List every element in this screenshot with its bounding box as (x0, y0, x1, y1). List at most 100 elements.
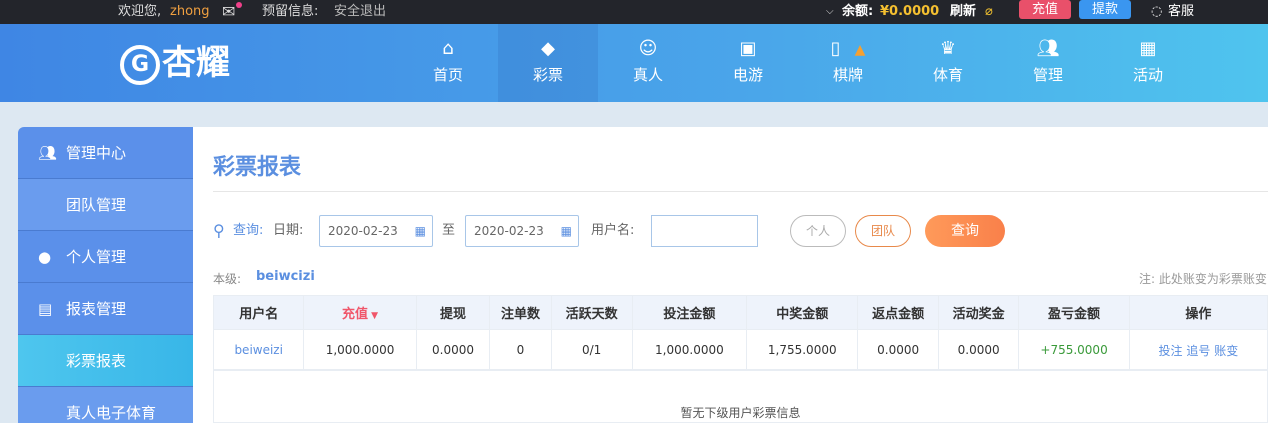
logout-link[interactable]: 安全退出 (334, 0, 386, 24)
cards-icon: ▯ ▲ (830, 38, 866, 59)
document-icon: ▤ (38, 300, 53, 318)
lottery-icon: ◆ (541, 38, 555, 59)
query-label: 查询: (233, 223, 264, 238)
logo-text: 杏耀 (162, 43, 230, 83)
top-bar: 欢迎您, zhong ✉ 预留信息: 安全退出 ⌵ 余额: ¥0.0000 刷新… (0, 0, 1268, 24)
date-to-value: 2020-02-23 (474, 224, 544, 238)
col-rebate: 返点金额 (857, 295, 939, 330)
nav-label: 体育 (932, 66, 963, 84)
cell-username[interactable]: beiweizi (212, 329, 305, 371)
nav-label: 管理 (1032, 66, 1063, 84)
calendar-icon[interactable]: ▦ (415, 216, 426, 246)
search-icon: ⚲ (213, 221, 225, 240)
cell-actions: 投注 追号 账变 (1128, 329, 1268, 371)
trophy-icon: ♛ (939, 38, 957, 59)
date-from-value: 2020-02-23 (328, 224, 398, 238)
cell-deposit: 1,000.0000 (303, 329, 417, 371)
sidebar-label: 管理中心 (66, 144, 127, 162)
sidebar-label: 真人电子体育 (66, 404, 157, 422)
date-to-input[interactable]: 2020-02-23 ▦ (465, 215, 579, 247)
divider (213, 191, 1268, 192)
search-button[interactable]: 查询 (925, 215, 1005, 247)
users-icon: 👥︎ (1036, 38, 1060, 59)
cell-bets: 0 (489, 329, 552, 371)
cell-bonus: 0.0000 (937, 329, 1020, 371)
deposit-button[interactable]: 充值 (1019, 0, 1071, 19)
nav-label: 首页 (432, 66, 463, 84)
gift-icon: ▦ (1139, 38, 1157, 59)
welcome-text: 欢迎您, (118, 4, 162, 19)
main-nav: G 杏耀 ⌂ 首页 ◆ 彩票 ☺ 真人 ▣ 电游 ▯ ▲ 棋牌 ♛ 体育 👥︎ 管理 ▦ 活动 (0, 24, 1268, 102)
mail-icon[interactable]: ✉ (222, 0, 242, 24)
col-bet-amount: 投注金额 (631, 295, 748, 330)
nav-live[interactable]: ☺ 真人 (598, 24, 698, 102)
withdraw-button[interactable]: 提款 (1079, 0, 1131, 19)
reserved-info[interactable]: 预留信息: (262, 0, 318, 24)
sidebar: 👥︎ 管理中心 团队管理 ● 个人管理 ▤ 报表管理 彩票报表 真人电子体育 (18, 127, 193, 423)
date-label: 日期: (273, 223, 304, 238)
username-label: 用户名: (591, 223, 635, 238)
calendar-icon[interactable]: ▦ (561, 216, 572, 246)
hot-flame-icon: ▲ (854, 42, 866, 58)
empty-message: 暂无下级用户彩票信息 (213, 369, 1268, 423)
chevron-down-icon[interactable]: ⌵ (826, 0, 834, 24)
main-panel: 彩票报表 ⚲ 查询: 日期: 2020-02-23 ▦ 至 2020-02-23 ▦… (193, 127, 1268, 423)
sidebar-item-team[interactable]: 团队管理 (18, 179, 193, 231)
chase-link[interactable]: 追号 (1186, 344, 1210, 358)
level-user: beiwcizi (256, 269, 315, 284)
users-icon: 👥︎ (38, 144, 58, 162)
sidebar-item-reports[interactable]: ▤ 报表管理 (18, 283, 193, 335)
col-actions: 操作 (1128, 295, 1268, 330)
sidebar-item-management-center[interactable]: 👥︎ 管理中心 (18, 127, 193, 179)
cell-withdraw: 0.0000 (415, 329, 491, 371)
nav-activity[interactable]: ▦ 活动 (1098, 24, 1198, 102)
user-icon: ● (38, 248, 52, 266)
home-icon: ⌂ (442, 38, 454, 59)
nav-sports[interactable]: ♛ 体育 (898, 24, 998, 102)
cell-profit: +755.0000 (1018, 329, 1130, 371)
report-table: 用户名 充值 ▼ 提现 注单数 活跃天数 投注金额 中奖金额 返点金额 活动奖金… (212, 295, 1268, 371)
col-bonus: 活动奖金 (937, 295, 1020, 330)
sidebar-item-live-sports[interactable]: 真人电子体育 (18, 387, 193, 423)
sidebar-label: 彩票报表 (66, 352, 127, 370)
username: zhong (170, 4, 210, 19)
nav-lottery[interactable]: ◆ 彩票 (498, 24, 598, 102)
date-from-input[interactable]: 2020-02-23 ▦ (319, 215, 433, 247)
personal-button[interactable]: 个人 (790, 215, 846, 247)
bets-link[interactable]: 投注 (1159, 344, 1183, 358)
sidebar-label: 团队管理 (66, 196, 127, 214)
sidebar-item-lottery-report[interactable]: 彩票报表 (18, 335, 193, 387)
col-profit: 盈亏金额 (1018, 295, 1130, 330)
chat-icon[interactable]: ◌ (1151, 0, 1162, 24)
sort-down-icon[interactable]: ▼ (368, 311, 378, 321)
sidebar-label: 报表管理 (66, 300, 127, 318)
balance-label: 余额: (842, 4, 874, 19)
nav-home[interactable]: ⌂ 首页 (398, 24, 498, 102)
col-win-amount: 中奖金额 (746, 295, 859, 330)
username-input[interactable] (651, 215, 758, 247)
col-active-days: 活跃天数 (550, 295, 633, 330)
refresh-button[interactable]: 刷新 (950, 0, 976, 24)
col-deposit-label: 充值 (342, 307, 369, 322)
cell-bet-amount: 1,000.0000 (631, 329, 748, 371)
sidebar-item-personal[interactable]: ● 个人管理 (18, 231, 193, 283)
col-deposit[interactable]: 充值 ▼ (303, 295, 417, 330)
customer-service-link[interactable]: 客服 (1168, 0, 1194, 24)
date-to-separator: 至 (442, 223, 456, 238)
col-username: 用户名 (212, 295, 305, 330)
nav-label: 活动 (1132, 66, 1163, 84)
col-withdraw: 提现 (415, 295, 491, 330)
table-header: 用户名 充值 ▼ 提现 注单数 活跃天数 投注金额 中奖金额 返点金额 活动奖金… (212, 295, 1268, 330)
logo[interactable]: G 杏耀 (120, 30, 230, 96)
eye-off-icon[interactable]: ⌀ (985, 0, 993, 24)
nav-egames[interactable]: ▣ 电游 (698, 24, 798, 102)
nav-manage[interactable]: 👥︎ 管理 (998, 24, 1098, 102)
account-change-link[interactable]: 账变 (1214, 344, 1238, 358)
cell-active-days: 0/1 (550, 329, 633, 371)
team-button[interactable]: 团队 (855, 215, 911, 247)
nav-cards[interactable]: ▯ ▲ 棋牌 (798, 24, 898, 102)
live-dealer-icon: ☺ (638, 38, 658, 59)
level-label: 本级: (213, 272, 242, 286)
balance-value: ¥0.0000 (880, 4, 940, 19)
logo-emblem-icon: G (120, 44, 160, 85)
